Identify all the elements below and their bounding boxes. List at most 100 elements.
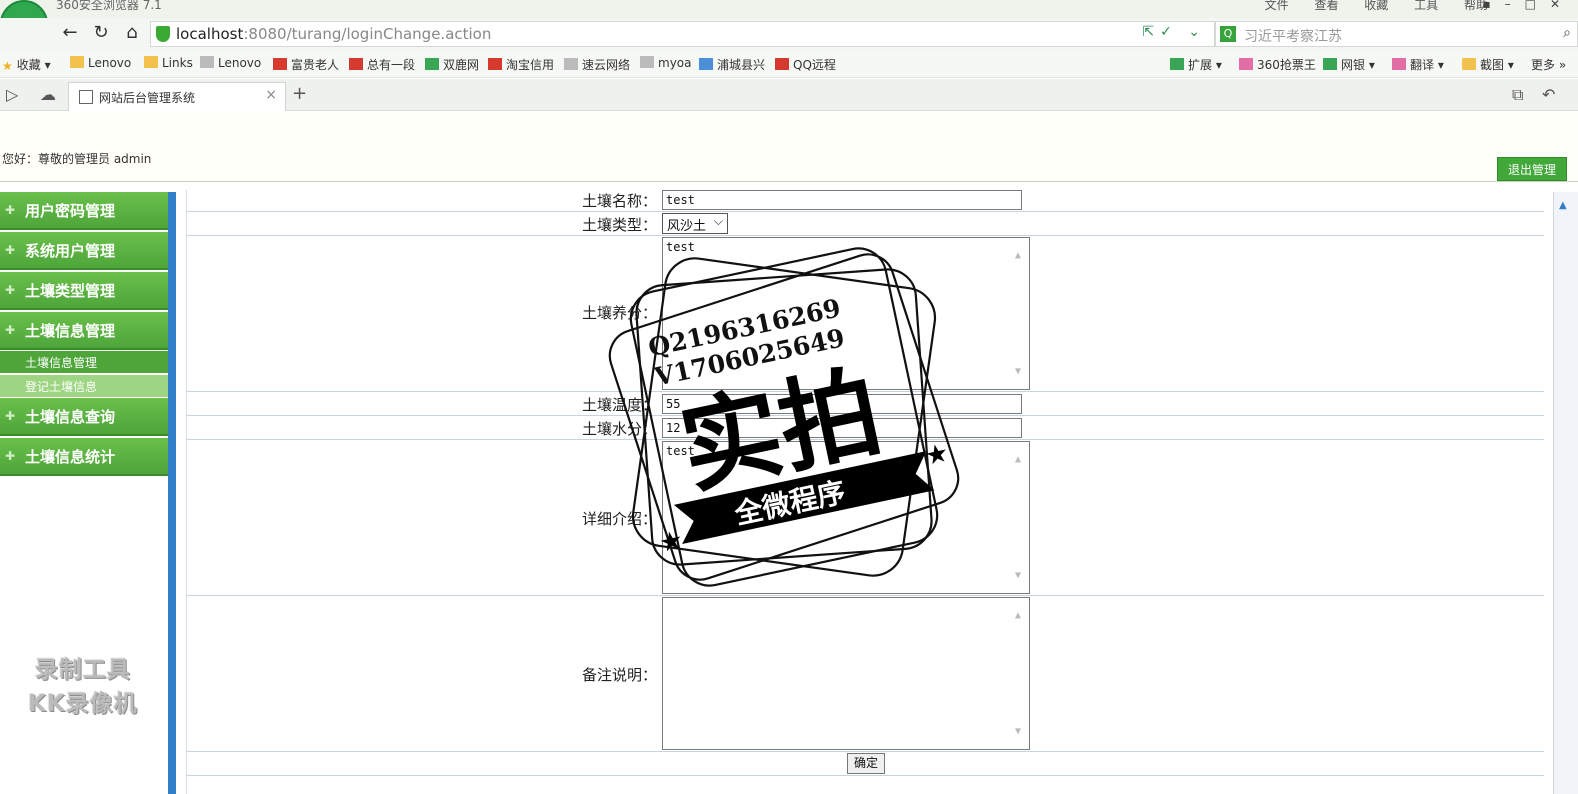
scroll-down-icon[interactable]: ▼ bbox=[1015, 366, 1021, 377]
bookmark-zongyou[interactable]: 总有一段 bbox=[349, 56, 415, 73]
scroll-down-icon[interactable]: ▼ bbox=[1015, 726, 1021, 737]
scroll-up-icon[interactable]: ▲ bbox=[1015, 610, 1021, 621]
sidebar-item-soil-info[interactable]: ✚ 土壤信息管理 bbox=[0, 312, 168, 350]
address-tools-icon[interactable]: ⇱✓ ⌄ bbox=[1142, 24, 1206, 40]
undo-close-icon[interactable]: ↶ bbox=[1542, 85, 1555, 104]
search-input[interactable]: 习近平考察江苏 bbox=[1244, 26, 1342, 46]
tab-admin[interactable]: 网站后台管理系统 × bbox=[68, 82, 286, 111]
row-soil-type: 土壤类型： 风沙土 ⌵ bbox=[187, 212, 1544, 236]
remark-label: 备注说明： bbox=[582, 666, 658, 684]
page-header: 您好：尊敬的管理员 admin 退出管理 bbox=[0, 112, 1578, 182]
close-tab-icon[interactable]: × bbox=[265, 87, 277, 103]
soil-edit-form: 土壤名称： test 土壤类型： 风沙土 ⌵ 土壤养分： test ▲ ▼ 土壤温… bbox=[186, 190, 1544, 794]
soil-nutrient-textarea[interactable]: test ▲ ▼ bbox=[662, 237, 1030, 390]
submit-button[interactable]: 确定 bbox=[847, 753, 885, 774]
search-box[interactable]: Q 习近平考察江苏 ⌕ bbox=[1215, 21, 1578, 47]
bookmark-shuanglu[interactable]: 双鹿网 bbox=[425, 56, 479, 73]
extension-button[interactable]: 扩展 ▾ bbox=[1170, 56, 1222, 73]
screenshot-button[interactable]: 截图 ▾ bbox=[1462, 56, 1514, 73]
more-button[interactable]: 更多 » bbox=[1531, 56, 1566, 73]
cloud-icon[interactable]: ☁ bbox=[40, 85, 56, 104]
tab-list-icon[interactable]: ⧉ bbox=[1512, 85, 1523, 105]
bookmark-taobao[interactable]: 淘宝信用 bbox=[488, 56, 554, 73]
scroll-down-icon[interactable]: ▼ bbox=[1015, 570, 1021, 581]
logout-button[interactable]: 退出管理 bbox=[1497, 157, 1567, 181]
home-icon[interactable]: ⌂ bbox=[120, 22, 144, 46]
expand-icon: ✚ bbox=[5, 243, 16, 257]
bookmark-suyun[interactable]: 速云网络 bbox=[564, 56, 630, 73]
bookmark-myoa[interactable]: myoa bbox=[640, 56, 692, 70]
bank-button[interactable]: 网银 ▾ bbox=[1323, 56, 1375, 73]
bookmark-qq[interactable]: QQ远程 bbox=[775, 56, 836, 73]
expand-icon: ✚ bbox=[5, 323, 16, 337]
soil-moisture-label: 土壤水分： bbox=[582, 420, 658, 438]
soil-temperature-label: 土壤温度： bbox=[582, 396, 658, 414]
menu-view[interactable]: 查看 bbox=[1314, 0, 1338, 12]
soil-type-label: 土壤类型： bbox=[582, 216, 658, 234]
row-soil-nutrient: 土壤养分： test ▲ ▼ bbox=[187, 236, 1544, 392]
menu-file[interactable]: 文件 bbox=[1265, 0, 1289, 12]
expand-icon: ✚ bbox=[5, 449, 16, 463]
bookmark-links-folder[interactable]: Links bbox=[144, 56, 193, 70]
search-engine-icon[interactable]: Q bbox=[1220, 26, 1236, 42]
tab-bar: ▷ ☁ 网站后台管理系统 × + ⧉ ↶ bbox=[0, 79, 1578, 111]
detail-textarea[interactable]: test ▲ ▼ bbox=[662, 441, 1030, 594]
sidebar-item-password[interactable]: ✚ 用户密码管理 bbox=[0, 192, 168, 230]
soil-name-input[interactable]: test bbox=[662, 190, 1022, 210]
sidebar-toggle-icon[interactable]: ▷ bbox=[6, 85, 18, 104]
tab-label: 网站后台管理系统 bbox=[99, 91, 196, 105]
address-bar[interactable]: localhost:8080/turang/loginChange.action… bbox=[150, 21, 1215, 47]
textarea-scrollbar[interactable]: ▲ ▼ bbox=[1013, 600, 1027, 747]
new-tab-icon[interactable]: + bbox=[292, 83, 307, 104]
menu-tools[interactable]: 工具 bbox=[1414, 0, 1438, 12]
ticket-button[interactable]: 360抢票王 bbox=[1239, 56, 1316, 73]
detail-label: 详细介绍： bbox=[582, 510, 658, 528]
textarea-scrollbar[interactable]: ▲ ▼ bbox=[1013, 444, 1027, 591]
bookmark-favorites[interactable]: ★ 收藏 ▾ bbox=[2, 56, 51, 73]
bookmark-lenovo[interactable]: Lenovo bbox=[200, 56, 261, 70]
soil-name-label: 土壤名称： bbox=[582, 192, 658, 210]
page-icon bbox=[79, 90, 93, 104]
subitem-register-soil-info[interactable]: 登记土壤信息 bbox=[0, 375, 168, 397]
sidebar-divider bbox=[168, 192, 176, 794]
soil-nutrient-label: 土壤养分： bbox=[582, 304, 658, 322]
welcome-text: 您好：尊敬的管理员 admin bbox=[2, 152, 152, 166]
chevron-down-icon: ⌵ bbox=[713, 214, 723, 228]
search-icon[interactable]: ⌕ bbox=[1563, 25, 1571, 41]
bookmark-lenovo-folder[interactable]: Lenovo bbox=[70, 56, 131, 70]
bookmark-fugui[interactable]: 富贵老人 bbox=[273, 56, 339, 73]
expand-icon: ✚ bbox=[5, 409, 16, 423]
expand-icon: ✚ bbox=[5, 203, 16, 217]
bookmark-pucheng[interactable]: 浦城县兴 bbox=[699, 56, 765, 73]
soil-type-select[interactable]: 风沙土 ⌵ bbox=[662, 213, 728, 234]
bookmarks-bar: ★ 收藏 ▾ Lenovo Links Lenovo 富贵老人 总有一段 双鹿网 … bbox=[0, 50, 1578, 78]
url-text: localhost:8080/turang/loginChange.action bbox=[176, 25, 492, 43]
sidebar-item-soil-stats[interactable]: ✚ 土壤信息统计 bbox=[0, 438, 168, 476]
sidebar-item-soil-query[interactable]: ✚ 土壤信息查询 bbox=[0, 398, 168, 436]
row-soil-temperature: 土壤温度： 55 bbox=[187, 392, 1544, 416]
row-soil-name: 土壤名称： test bbox=[187, 190, 1544, 212]
menu-favorites[interactable]: 收藏 bbox=[1364, 0, 1388, 12]
sidebar-item-soil-types[interactable]: ✚ 土壤类型管理 bbox=[0, 272, 168, 310]
soil-moisture-input[interactable]: 12 bbox=[662, 418, 1022, 438]
scroll-up-icon[interactable]: ▲ bbox=[1015, 250, 1021, 261]
window-controls[interactable]: ▪–□✕ bbox=[1482, 0, 1574, 11]
browser-title-bar: 360安全浏览器 7.1 文件 查看 收藏 工具 帮助 ▪–□✕ bbox=[0, 0, 1578, 18]
sidebar: ✚ 用户密码管理 ✚ 系统用户管理 ✚ 土壤类型管理 ✚ 土壤信息管理 土壤信息… bbox=[0, 192, 168, 794]
scroll-up-icon[interactable]: ▲ bbox=[1559, 200, 1567, 211]
row-remark: 备注说明： ▲ ▼ bbox=[187, 596, 1544, 752]
content-scrollbar[interactable]: ▲ bbox=[1553, 192, 1578, 794]
back-icon[interactable]: ← bbox=[58, 22, 82, 46]
browser-menu: 文件 查看 收藏 工具 帮助 bbox=[1243, 0, 1488, 13]
remark-textarea[interactable]: ▲ ▼ bbox=[662, 597, 1030, 750]
security-shield-icon bbox=[156, 26, 170, 42]
subitem-soil-info-manage[interactable]: 土壤信息管理 bbox=[0, 351, 168, 373]
translate-button[interactable]: 翻译 ▾ bbox=[1392, 56, 1444, 73]
scroll-up-icon[interactable]: ▲ bbox=[1015, 454, 1021, 465]
textarea-scrollbar[interactable]: ▲ ▼ bbox=[1013, 240, 1027, 387]
row-detail: 详细介绍： test ▲ ▼ bbox=[187, 440, 1544, 596]
address-row: ← ↻ ⌂ localhost:8080/turang/loginChange.… bbox=[0, 18, 1578, 50]
sidebar-item-users[interactable]: ✚ 系统用户管理 bbox=[0, 232, 168, 270]
refresh-icon[interactable]: ↻ bbox=[89, 22, 113, 46]
soil-temperature-input[interactable]: 55 bbox=[662, 394, 1022, 414]
